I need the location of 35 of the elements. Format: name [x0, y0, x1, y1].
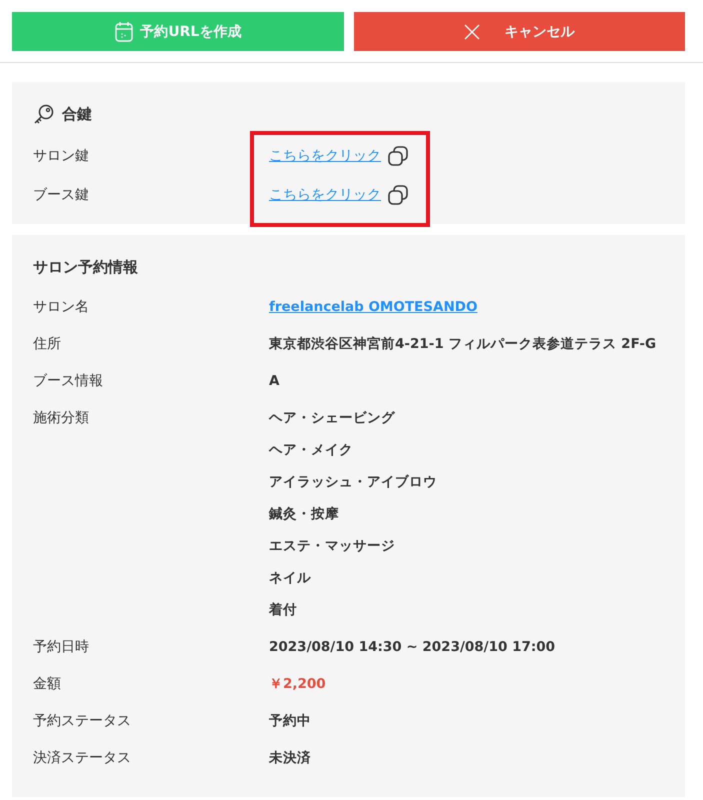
- field-label: 決済ステータス: [33, 749, 132, 768]
- close-icon: [464, 24, 480, 40]
- treatment-item: 着付: [269, 601, 298, 620]
- field-label: サロン名: [33, 298, 90, 317]
- field-label: 予約日時: [33, 638, 90, 657]
- key-link[interactable]: こちらをクリック: [269, 186, 381, 204]
- calendar-icon: [114, 20, 134, 42]
- key-label: ブース鍵: [33, 186, 90, 204]
- field-label: 施術分類: [33, 409, 90, 428]
- copy-icon[interactable]: [387, 184, 409, 206]
- field-label: ブース情報: [33, 372, 104, 391]
- treatment-item: アイラッシュ・アイブロウ: [269, 473, 437, 492]
- treatment-item: ネイル: [269, 569, 312, 588]
- treatment-item: エステ・マッサージ: [269, 537, 396, 556]
- key-link[interactable]: こちらをクリック: [269, 146, 381, 164]
- price-value: ￥2,200: [269, 675, 326, 694]
- field-label: 金額: [33, 675, 62, 694]
- field-value: A: [269, 372, 280, 391]
- salon-link[interactable]: freelancelab OMOTESANDO: [269, 298, 478, 317]
- field-value: 2023/08/10 14:30 ~ 2023/08/10 17:00: [269, 638, 556, 657]
- copy-icon[interactable]: [387, 144, 409, 166]
- field-label: 住所: [33, 335, 62, 354]
- field-label: 予約ステータス: [33, 712, 132, 731]
- key-label: サロン鍵: [33, 146, 90, 164]
- section-title: サロン予約情報: [33, 258, 138, 276]
- create-url-button[interactable]: 予約URLを作成: [12, 12, 344, 51]
- section-title: 合鍵: [62, 104, 92, 124]
- key-icon: [33, 103, 55, 125]
- treatment-item: ヘア・シェービング: [269, 409, 396, 428]
- field-value: 未決済: [269, 749, 311, 768]
- cancel-button[interactable]: キャンセル: [354, 12, 685, 51]
- treatment-item: 鍼灸・按摩: [269, 505, 340, 524]
- treatment-item: ヘア・メイク: [269, 441, 354, 460]
- field-value: 東京都渋谷区神宮前4-21-1 フィルパーク表参道テラス 2F-G: [269, 335, 656, 354]
- field-value: 予約中: [269, 712, 311, 731]
